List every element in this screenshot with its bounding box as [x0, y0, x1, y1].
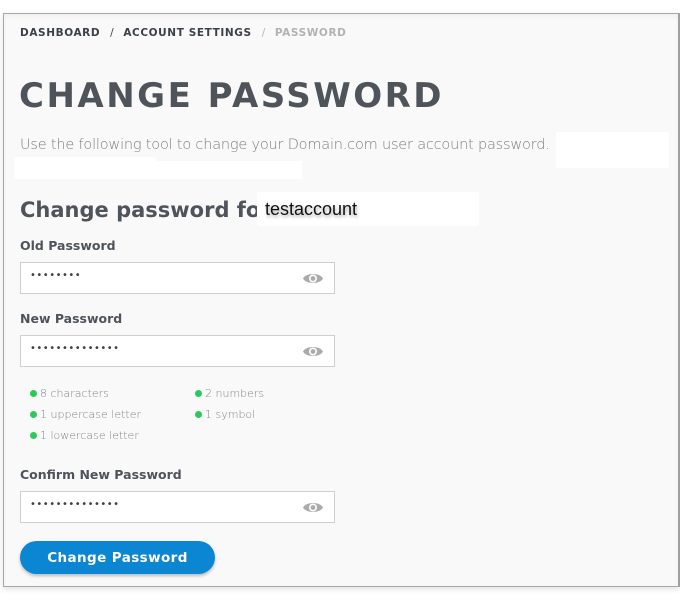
- breadcrumb-account-settings[interactable]: ACCOUNT SETTINGS: [123, 27, 251, 39]
- breadcrumb-separator: /: [261, 27, 266, 39]
- page-description: Use the following tool to change your Do…: [20, 137, 550, 153]
- eye-icon[interactable]: [302, 344, 324, 359]
- breadcrumb-separator: /: [110, 27, 115, 39]
- change-password-button[interactable]: Change Password: [20, 541, 215, 574]
- requirement-item: 1 symbol: [195, 408, 255, 421]
- old-password-label: Old Password: [20, 238, 116, 253]
- requirement-text: 8 characters: [40, 387, 109, 400]
- new-password-input[interactable]: ••••••••••••••: [20, 335, 335, 367]
- check-dot-icon: [195, 390, 202, 397]
- eye-icon[interactable]: [302, 271, 324, 286]
- change-password-panel: DASHBOARD / ACCOUNT SETTINGS / PASSWORD CHAN…: [3, 13, 680, 587]
- requirement-item: 1 uppercase letter: [30, 408, 141, 421]
- redaction-box: [556, 132, 669, 168]
- confirm-password-value: ••••••••••••••: [30, 499, 120, 510]
- username-display: testaccount: [257, 192, 479, 226]
- check-dot-icon: [30, 390, 37, 397]
- old-password-value: ••••••••: [30, 270, 82, 281]
- check-dot-icon: [30, 432, 37, 439]
- breadcrumb-current-password: PASSWORD: [274, 27, 347, 39]
- requirement-item: 8 characters: [30, 387, 109, 400]
- confirm-password-label: Confirm New Password: [20, 467, 182, 482]
- check-dot-icon: [30, 411, 37, 418]
- requirement-item: 1 lowercase letter: [30, 429, 139, 442]
- new-password-value: ••••••••••••••: [30, 343, 120, 354]
- confirm-password-input[interactable]: ••••••••••••••: [20, 491, 335, 523]
- requirement-item: 2 numbers: [195, 387, 264, 400]
- requirement-text: 2 numbers: [205, 387, 265, 400]
- new-password-label: New Password: [20, 311, 123, 326]
- change-password-subheading: Change password for: [20, 198, 271, 222]
- page-title: CHANGE PASSWORD: [19, 76, 445, 116]
- eye-icon[interactable]: [302, 500, 324, 515]
- old-password-input[interactable]: ••••••••: [20, 262, 335, 294]
- breadcrumb: DASHBOARD / ACCOUNT SETTINGS / PASSWORD: [20, 27, 346, 39]
- requirement-text: 1 symbol: [205, 408, 256, 421]
- check-dot-icon: [195, 411, 202, 418]
- requirement-text: 1 lowercase letter: [40, 429, 139, 442]
- redaction-box: [14, 161, 302, 179]
- breadcrumb-dashboard[interactable]: DASHBOARD: [20, 27, 100, 39]
- requirement-text: 1 uppercase letter: [40, 408, 142, 421]
- username: testaccount: [265, 199, 358, 219]
